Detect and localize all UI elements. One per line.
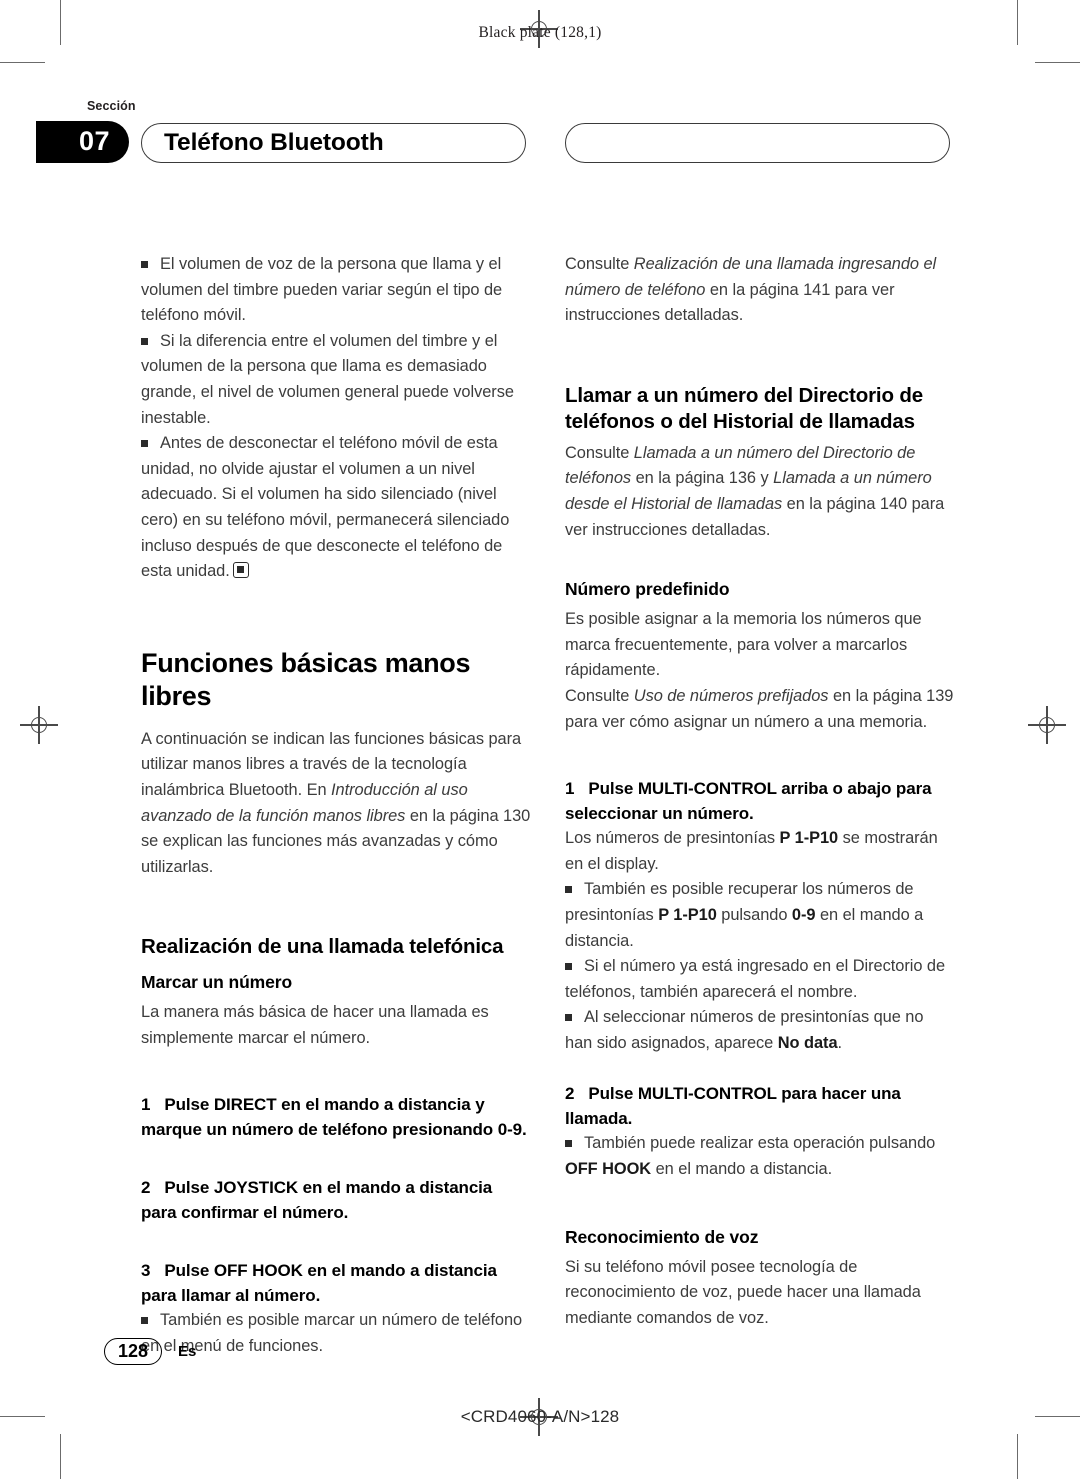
bullet-square-icon [141,261,148,268]
note-item: También es posible marcar un número de t… [141,1308,531,1359]
note-text: También es posible marcar un número de t… [141,1311,523,1356]
crop-mark-top-left-horizontal [0,62,45,64]
page-title: Teléfono Bluetooth [164,129,384,156]
step-text: Pulse OFF HOOK en el mando a distancia p… [141,1261,497,1305]
bullet-square-icon [141,1317,148,1325]
note-bold-2: 0-9 [791,905,816,924]
bullet-square-icon [565,1014,572,1022]
bullet-square-icon [141,337,148,345]
chapter-title-pill: Teléfono Bluetooth [141,123,526,163]
bullet-square-icon [565,1140,572,1148]
note-pre: También puede realizar esta operación pu… [584,1134,936,1153]
dir-pre: Consulte [565,443,634,462]
note-text: El volumen de voz de la persona que llam… [141,255,503,325]
step-number: 1 [141,1095,151,1115]
page-number-badge: 128 [104,1338,162,1365]
subheading-voice-recognition: Reconocimiento de voz [565,1226,759,1247]
crop-mark-bottom-right-vertical [1017,1434,1019,1479]
bullet-square-icon [565,886,572,894]
note-item: También puede realizar esta operación pu… [565,1131,955,1182]
note-text: Si la diferencia entre el volumen del ti… [141,331,514,427]
note-item: Si la diferencia entre el volumen del ti… [141,329,531,431]
section-heading-handsfree: Funciones básicas manos libres [141,647,471,711]
subheading-preset-number: Número predefinido [565,579,730,600]
black-plate-label: Black plate (128,1) [478,24,602,41]
note-post: . [837,1033,843,1052]
registration-mark-right [1028,706,1066,744]
note-pre: Si el número ya está ingresado en el Dir… [565,957,946,1001]
note-post: en el mando a distancia. [651,1160,833,1179]
preset-body: Es posible asignar a la memoria los núme… [565,610,922,680]
step-item: 2 Pulse MULTI-CONTROL para hacer una llam… [565,1082,955,1131]
note-text: Antes de desconectar el teléfono móvil d… [141,434,510,581]
subheading-dial-number: Marcar un número [141,972,293,993]
step-number: 2 [565,1084,575,1104]
step1-body: Los números de presintonías P 1-P10 se m… [565,826,955,877]
dial-number-body: La manera más básica de hacer una llamad… [141,1003,489,1047]
handsfree-intro: A continuación se indican las funciones … [141,727,531,881]
note-item: Si el número ya está ingresado en el Dir… [565,954,955,1005]
voice-body: Si su teléfono móvil posee tecnología de… [565,1257,921,1327]
section-label: Sección [87,99,136,113]
crop-mark-top-right-horizontal [1035,62,1080,64]
page-number-text: 128 [117,1341,149,1361]
dir-mid: en la página 136 y [631,469,774,488]
step1-body-bold: P 1-P10 [779,829,839,848]
chapter-title-pill-secondary [565,123,950,163]
right-column: Consulte Realización de una llamada ingr… [565,252,955,1331]
step-text: Pulse MULTI-CONTROL para hacer una llama… [565,1084,901,1128]
left-column: El volumen de voz de la persona que llam… [141,252,531,1360]
step-item: 1 Pulse DIRECT en el mando a distancia y … [141,1093,531,1142]
step-number: 1 [565,779,575,799]
step-item: 1 Pulse MULTI-CONTROL arriba o abajo para… [565,777,955,826]
directory-reference-paragraph: Consulte Llamada a un número del Directo… [565,441,955,543]
crop-mark-bottom-left-vertical [60,1434,62,1479]
subsection-heading-directory: Llamar a un número del Directorio de tel… [565,383,923,433]
note-end-marker-icon [232,562,249,579]
bullet-square-icon [565,963,572,971]
preset-ref-pre: Consulte [565,686,634,705]
step-number: 2 [141,1178,151,1198]
step-text: Pulse JOYSTICK en el mando a distancia p… [141,1178,493,1222]
section-number-badge: 07 [36,121,129,163]
step-item: 2 Pulse JOYSTICK en el mando a distancia … [141,1176,531,1225]
registration-mark-left [20,706,58,744]
language-code: Es [178,1343,197,1360]
note-item: También es posible recuperar los números… [565,877,955,954]
manual-page: { "print_marks": { "black_plate": "Black… [0,0,1080,1479]
step-item: 3 Pulse OFF HOOK en el mando a distancia … [141,1259,531,1308]
step-text: Pulse MULTI-CONTROL arriba o abajo para … [565,779,932,823]
note-bold-1: OFF HOOK [565,1160,652,1179]
bullet-square-icon [141,440,148,448]
step1-body-pre: Los números de presintonías [565,829,780,848]
note-item: Antes de desconectar el teléfono móvil d… [141,431,531,585]
reference-paragraph: Consulte Realización de una llamada ingr… [565,252,955,329]
subsection-heading-make-call: Realización de una llamada telefónica [141,935,504,959]
document-code: <CRD4060-A/N>128 [460,1407,620,1426]
note-bold-1: No data [777,1033,838,1052]
note-item: Al seleccionar números de presintonías q… [565,1005,955,1056]
step-text: Pulse DIRECT en el mando a distancia y m… [141,1095,527,1139]
preset-reference: Consulte Uso de números prefijados en la… [565,684,955,735]
note-item: El volumen de voz de la persona que llam… [141,252,531,329]
note-bold-1: P 1-P10 [658,905,717,924]
note-pre: Al seleccionar números de presintonías q… [565,1008,924,1052]
ref-pre: Consulte [565,255,634,273]
preset-ref-italic: Uso de números prefijados [633,686,829,705]
note-mid: pulsando [716,905,792,924]
step-number: 3 [141,1261,151,1281]
section-number-text: 07 [78,125,111,156]
